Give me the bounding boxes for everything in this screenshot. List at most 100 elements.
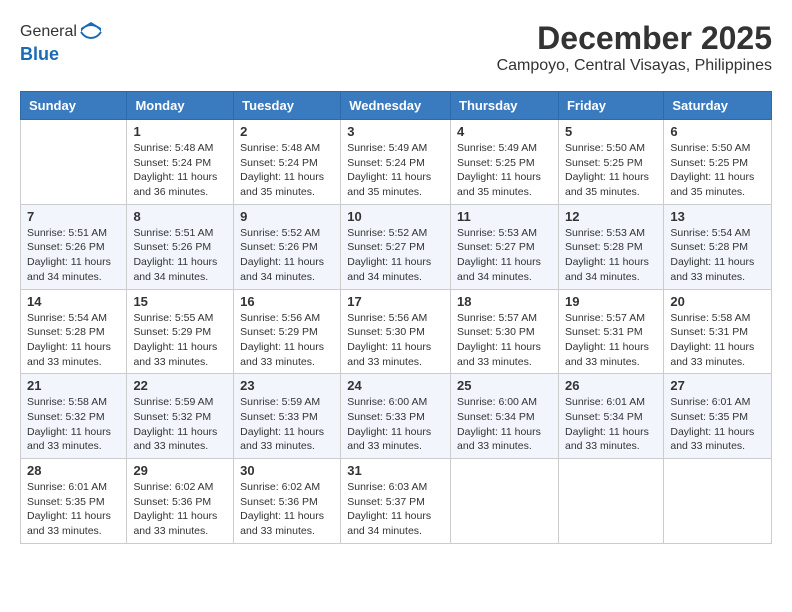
calendar-week-row: 7 Sunrise: 5:51 AMSunset: 5:26 PMDayligh…: [21, 204, 772, 289]
day-number: 19: [565, 294, 657, 309]
day-number: 31: [347, 463, 444, 478]
weekday-header-friday: Friday: [558, 92, 663, 120]
calendar-cell: 23 Sunrise: 5:59 AMSunset: 5:33 PMDaylig…: [234, 374, 341, 459]
day-number: 5: [565, 124, 657, 139]
day-number: 28: [27, 463, 120, 478]
calendar-cell: [451, 459, 559, 544]
day-number: 1: [133, 124, 227, 139]
calendar-cell: 21 Sunrise: 5:58 AMSunset: 5:32 PMDaylig…: [21, 374, 127, 459]
day-number: 11: [457, 209, 552, 224]
day-number: 3: [347, 124, 444, 139]
day-info: Sunrise: 5:52 AMSunset: 5:27 PMDaylight:…: [347, 226, 444, 285]
calendar-cell: 15 Sunrise: 5:55 AMSunset: 5:29 PMDaylig…: [127, 289, 234, 374]
calendar-cell: 7 Sunrise: 5:51 AMSunset: 5:26 PMDayligh…: [21, 204, 127, 289]
logo-general-text: General: [20, 23, 77, 41]
calendar-cell: 26 Sunrise: 6:01 AMSunset: 5:34 PMDaylig…: [558, 374, 663, 459]
day-info: Sunrise: 5:54 AMSunset: 5:28 PMDaylight:…: [27, 311, 120, 370]
day-number: 23: [240, 378, 334, 393]
day-info: Sunrise: 5:56 AMSunset: 5:29 PMDaylight:…: [240, 311, 334, 370]
day-info: Sunrise: 6:00 AMSunset: 5:34 PMDaylight:…: [457, 395, 552, 454]
calendar-cell: 30 Sunrise: 6:02 AMSunset: 5:36 PMDaylig…: [234, 459, 341, 544]
day-number: 25: [457, 378, 552, 393]
day-info: Sunrise: 5:54 AMSunset: 5:28 PMDaylight:…: [670, 226, 765, 285]
day-number: 6: [670, 124, 765, 139]
day-number: 4: [457, 124, 552, 139]
day-info: Sunrise: 5:48 AMSunset: 5:24 PMDaylight:…: [133, 141, 227, 200]
calendar-cell: 9 Sunrise: 5:52 AMSunset: 5:26 PMDayligh…: [234, 204, 341, 289]
calendar-cell: 25 Sunrise: 6:00 AMSunset: 5:34 PMDaylig…: [451, 374, 559, 459]
day-info: Sunrise: 5:57 AMSunset: 5:30 PMDaylight:…: [457, 311, 552, 370]
weekday-header-saturday: Saturday: [664, 92, 772, 120]
calendar-cell: 1 Sunrise: 5:48 AMSunset: 5:24 PMDayligh…: [127, 120, 234, 205]
day-number: 22: [133, 378, 227, 393]
calendar-cell: 14 Sunrise: 5:54 AMSunset: 5:28 PMDaylig…: [21, 289, 127, 374]
calendar-cell: 12 Sunrise: 5:53 AMSunset: 5:28 PMDaylig…: [558, 204, 663, 289]
day-number: 16: [240, 294, 334, 309]
day-number: 8: [133, 209, 227, 224]
month-title: December 2025: [497, 20, 772, 57]
calendar-week-row: 21 Sunrise: 5:58 AMSunset: 5:32 PMDaylig…: [21, 374, 772, 459]
day-info: Sunrise: 5:50 AMSunset: 5:25 PMDaylight:…: [670, 141, 765, 200]
calendar-cell: 5 Sunrise: 5:50 AMSunset: 5:25 PMDayligh…: [558, 120, 663, 205]
day-number: 21: [27, 378, 120, 393]
calendar-cell: 2 Sunrise: 5:48 AMSunset: 5:24 PMDayligh…: [234, 120, 341, 205]
day-number: 2: [240, 124, 334, 139]
day-info: Sunrise: 6:01 AMSunset: 5:35 PMDaylight:…: [670, 395, 765, 454]
day-info: Sunrise: 6:03 AMSunset: 5:37 PMDaylight:…: [347, 480, 444, 539]
calendar-cell: 18 Sunrise: 5:57 AMSunset: 5:30 PMDaylig…: [451, 289, 559, 374]
day-number: 7: [27, 209, 120, 224]
day-number: 10: [347, 209, 444, 224]
calendar-table: SundayMondayTuesdayWednesdayThursdayFrid…: [20, 91, 772, 544]
day-number: 26: [565, 378, 657, 393]
logo-icon: [79, 20, 103, 44]
day-number: 20: [670, 294, 765, 309]
weekday-header-thursday: Thursday: [451, 92, 559, 120]
day-number: 30: [240, 463, 334, 478]
weekday-header-tuesday: Tuesday: [234, 92, 341, 120]
calendar-cell: 10 Sunrise: 5:52 AMSunset: 5:27 PMDaylig…: [341, 204, 451, 289]
calendar-cell: 17 Sunrise: 5:56 AMSunset: 5:30 PMDaylig…: [341, 289, 451, 374]
calendar-cell: 16 Sunrise: 5:56 AMSunset: 5:29 PMDaylig…: [234, 289, 341, 374]
title-section: December 2025 Campoyo, Central Visayas, …: [497, 20, 772, 75]
calendar-cell: [21, 120, 127, 205]
location-title: Campoyo, Central Visayas, Philippines: [497, 57, 772, 75]
day-number: 27: [670, 378, 765, 393]
day-info: Sunrise: 5:48 AMSunset: 5:24 PMDaylight:…: [240, 141, 334, 200]
day-info: Sunrise: 5:49 AMSunset: 5:25 PMDaylight:…: [457, 141, 552, 200]
day-number: 18: [457, 294, 552, 309]
calendar-cell: 8 Sunrise: 5:51 AMSunset: 5:26 PMDayligh…: [127, 204, 234, 289]
day-number: 29: [133, 463, 227, 478]
calendar-cell: 6 Sunrise: 5:50 AMSunset: 5:25 PMDayligh…: [664, 120, 772, 205]
calendar-cell: 11 Sunrise: 5:53 AMSunset: 5:27 PMDaylig…: [451, 204, 559, 289]
day-info: Sunrise: 6:01 AMSunset: 5:35 PMDaylight:…: [27, 480, 120, 539]
day-number: 15: [133, 294, 227, 309]
calendar-cell: 19 Sunrise: 5:57 AMSunset: 5:31 PMDaylig…: [558, 289, 663, 374]
day-info: Sunrise: 5:59 AMSunset: 5:32 PMDaylight:…: [133, 395, 227, 454]
day-info: Sunrise: 5:49 AMSunset: 5:24 PMDaylight:…: [347, 141, 444, 200]
day-info: Sunrise: 6:00 AMSunset: 5:33 PMDaylight:…: [347, 395, 444, 454]
weekday-header-sunday: Sunday: [21, 92, 127, 120]
day-number: 14: [27, 294, 120, 309]
calendar-cell: 31 Sunrise: 6:03 AMSunset: 5:37 PMDaylig…: [341, 459, 451, 544]
day-info: Sunrise: 6:02 AMSunset: 5:36 PMDaylight:…: [133, 480, 227, 539]
day-info: Sunrise: 6:02 AMSunset: 5:36 PMDaylight:…: [240, 480, 334, 539]
calendar-cell: 28 Sunrise: 6:01 AMSunset: 5:35 PMDaylig…: [21, 459, 127, 544]
calendar-week-row: 14 Sunrise: 5:54 AMSunset: 5:28 PMDaylig…: [21, 289, 772, 374]
calendar-cell: 3 Sunrise: 5:49 AMSunset: 5:24 PMDayligh…: [341, 120, 451, 205]
day-info: Sunrise: 5:50 AMSunset: 5:25 PMDaylight:…: [565, 141, 657, 200]
day-info: Sunrise: 5:55 AMSunset: 5:29 PMDaylight:…: [133, 311, 227, 370]
calendar-cell: 22 Sunrise: 5:59 AMSunset: 5:32 PMDaylig…: [127, 374, 234, 459]
day-info: Sunrise: 5:56 AMSunset: 5:30 PMDaylight:…: [347, 311, 444, 370]
calendar-cell: 20 Sunrise: 5:58 AMSunset: 5:31 PMDaylig…: [664, 289, 772, 374]
calendar-cell: [558, 459, 663, 544]
day-info: Sunrise: 5:51 AMSunset: 5:26 PMDaylight:…: [27, 226, 120, 285]
calendar-header-row: SundayMondayTuesdayWednesdayThursdayFrid…: [21, 92, 772, 120]
calendar-cell: 4 Sunrise: 5:49 AMSunset: 5:25 PMDayligh…: [451, 120, 559, 205]
day-info: Sunrise: 5:58 AMSunset: 5:32 PMDaylight:…: [27, 395, 120, 454]
weekday-header-monday: Monday: [127, 92, 234, 120]
day-number: 13: [670, 209, 765, 224]
day-number: 17: [347, 294, 444, 309]
weekday-header-wednesday: Wednesday: [341, 92, 451, 120]
calendar-cell: 29 Sunrise: 6:02 AMSunset: 5:36 PMDaylig…: [127, 459, 234, 544]
calendar-cell: 27 Sunrise: 6:01 AMSunset: 5:35 PMDaylig…: [664, 374, 772, 459]
